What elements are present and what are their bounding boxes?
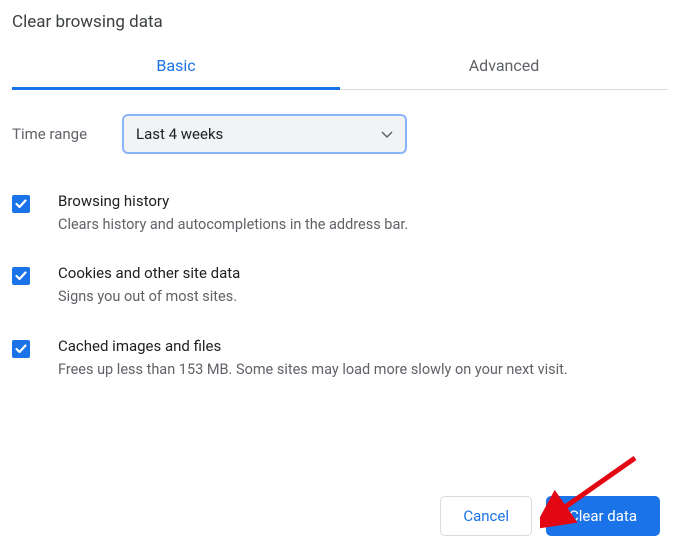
clear-browsing-data-dialog: Clear browsing data Basic Advanced Time … <box>0 0 680 395</box>
checkbox-cached[interactable] <box>12 340 30 358</box>
tab-label: Advanced <box>469 56 540 75</box>
option-cookies: Cookies and other site data Signs you ou… <box>12 250 668 322</box>
time-range-value: Last 4 weeks <box>136 125 223 143</box>
dialog-title: Clear browsing data <box>12 8 668 44</box>
option-title: Cookies and other site data <box>58 264 240 286</box>
button-label: Clear data <box>569 507 637 525</box>
option-cached: Cached images and files Frees up less th… <box>12 323 668 395</box>
dialog-footer: Cancel Clear data <box>440 496 660 536</box>
clear-data-button[interactable]: Clear data <box>546 496 660 536</box>
tab-label: Basic <box>156 56 195 75</box>
time-range-label: Time range <box>12 125 122 143</box>
option-description: Frees up less than 153 MB. Some sites ma… <box>58 359 568 381</box>
tabs: Basic Advanced <box>12 44 668 90</box>
checkmark-icon <box>14 269 28 283</box>
tab-basic[interactable]: Basic <box>12 44 340 89</box>
time-range-row: Time range Last 4 weeks <box>12 90 668 172</box>
options-list: Browsing history Clears history and auto… <box>12 172 668 395</box>
time-range-select[interactable]: Last 4 weeks <box>122 114 407 154</box>
option-browsing-history: Browsing history Clears history and auto… <box>12 178 668 250</box>
option-description: Clears history and autocompletions in th… <box>58 214 408 236</box>
checkmark-icon <box>14 342 28 356</box>
cancel-button[interactable]: Cancel <box>440 496 532 536</box>
checkbox-cookies[interactable] <box>12 267 30 285</box>
option-title: Cached images and files <box>58 337 568 359</box>
checkmark-icon <box>14 197 28 211</box>
option-title: Browsing history <box>58 192 408 214</box>
button-label: Cancel <box>463 507 509 525</box>
dropdown-caret-icon <box>381 125 393 143</box>
option-description: Signs you out of most sites. <box>58 286 240 308</box>
tab-advanced[interactable]: Advanced <box>340 44 668 89</box>
checkbox-browsing-history[interactable] <box>12 195 30 213</box>
